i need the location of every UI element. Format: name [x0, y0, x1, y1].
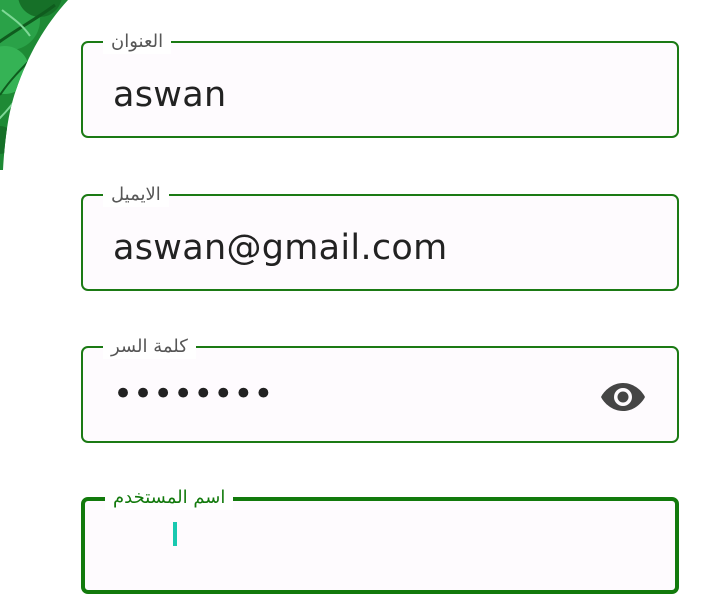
email-field[interactable]: الايميل aswan@gmail.com — [81, 183, 679, 291]
username-field[interactable]: اسم المستخدم — [81, 486, 679, 594]
email-value[interactable]: aswan@gmail.com — [113, 228, 448, 268]
eye-icon[interactable] — [600, 381, 646, 413]
email-label: الايميل — [103, 183, 169, 207]
address-field[interactable]: العنوان aswan — [81, 30, 679, 138]
password-value[interactable]: •••••••• — [113, 374, 273, 414]
password-field[interactable]: كلمة السر •••••••• — [81, 335, 679, 443]
username-label: اسم المستخدم — [105, 486, 234, 510]
address-label: العنوان — [103, 30, 172, 54]
text-cursor — [173, 522, 177, 546]
leaf-decoration — [0, 0, 68, 170]
address-value[interactable]: aswan — [113, 75, 226, 115]
password-label: كلمة السر — [103, 335, 196, 359]
